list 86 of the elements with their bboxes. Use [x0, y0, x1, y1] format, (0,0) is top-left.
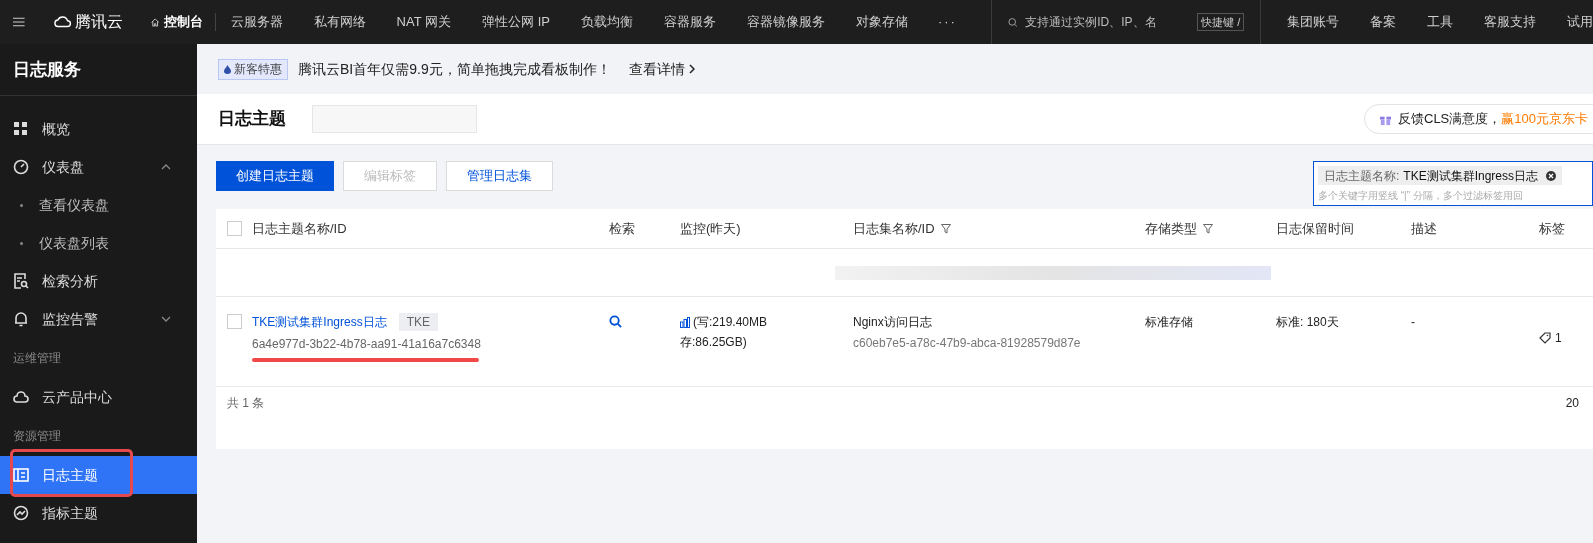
top-link[interactable]: 客服支持 — [1484, 12, 1536, 32]
total-count: 共 1 条 — [227, 395, 265, 412]
nav-link[interactable]: 负载均衡 — [580, 12, 633, 32]
sidebar-item[interactable]: 概览 — [0, 110, 197, 148]
more-link[interactable]: ··· — [937, 12, 957, 32]
sidebar-item[interactable]: 监控告警 — [0, 300, 197, 338]
sidebar-item[interactable]: 检索分析 — [0, 262, 197, 300]
sidebar-item[interactable]: 日志主题 — [0, 456, 197, 494]
retention: 标准: 180天 — [1276, 315, 1339, 329]
sidebar-item[interactable]: 云产品中心 — [0, 378, 197, 416]
sidebar-subitem[interactable]: 仪表盘列表 — [0, 224, 197, 262]
cloud-icon — [13, 389, 29, 405]
monitor-store: 存:86.25GB) — [680, 334, 748, 351]
column-header: 日志保留时间 — [1276, 219, 1354, 238]
section-label: 运维管理 — [13, 350, 61, 367]
home-icon — [150, 15, 159, 29]
top-link[interactable]: 集团账号 — [1287, 12, 1339, 32]
toolbar-button[interactable]: 管理日志集 — [446, 161, 553, 191]
topic-name-link[interactable]: TKE测试集群Ingress日志 — [252, 313, 387, 331]
section-label: 资源管理 — [13, 428, 61, 445]
filter-icon[interactable] — [940, 223, 951, 234]
bullet-icon — [20, 241, 23, 245]
filter-tag-value: TKE测试集群Ingress日志 — [1403, 167, 1539, 185]
document-search-icon — [13, 273, 29, 289]
column-header: 监控(昨天) — [680, 219, 741, 238]
top-link[interactable]: 试用 — [1567, 12, 1593, 32]
checkbox[interactable] — [227, 221, 242, 236]
menu-icon[interactable] — [13, 15, 25, 29]
topic-tag: TKE — [398, 313, 439, 331]
description: - — [1411, 315, 1415, 329]
monitor-write: (写:219.40MB — [693, 314, 768, 331]
drop-icon — [224, 64, 231, 74]
filter-field[interactable]: 日志主题名称: TKE测试集群Ingress日志 多个关键字用竖线 “|” 分隔，多个过滤标签用回 — [1313, 161, 1593, 206]
page-title: 日志主题 — [218, 108, 286, 131]
topic-id: 6a4e977d-3b22-4b78-aa91-41a16a7c6348 — [252, 336, 481, 353]
sidebar-subitem[interactable]: 查看仪表盘 — [0, 186, 197, 224]
filter-tag-key: 日志主题名称: — [1324, 166, 1400, 185]
column-header: 描述 — [1411, 219, 1437, 238]
promo-badge: 新客特惠 — [218, 58, 288, 80]
details-link[interactable]: 查看详情 — [628, 58, 695, 80]
nav-link[interactable]: 云服务器 — [230, 12, 283, 32]
checkbox[interactable] — [227, 314, 242, 329]
chart-icon — [13, 505, 29, 521]
chevron-up-icon — [161, 164, 171, 170]
bullet-icon — [20, 203, 23, 207]
chevron-down-icon — [161, 316, 171, 322]
nav-link[interactable]: 私有网络 — [313, 12, 366, 32]
document-icon — [13, 467, 29, 483]
tag-icon[interactable] — [1539, 331, 1551, 344]
bar-chart-icon[interactable] — [680, 317, 690, 328]
filter-placeholder: 多个关键字用竖线 “|” 分隔，多个过滤标签用回 — [1318, 189, 1524, 203]
sidebar-item[interactable]: 仪表盘 — [0, 148, 197, 186]
promo-text: 腾讯云BI首年仅需9.9元，简单拖拽完成看板制作！ — [298, 59, 611, 79]
nav-link[interactable]: 对象存储 — [855, 12, 908, 32]
nav-link[interactable]: 弹性公网 IP — [482, 12, 550, 32]
filter-icon[interactable] — [1203, 223, 1213, 234]
column-header: 存储类型 — [1145, 219, 1197, 238]
close-icon[interactable] — [1546, 170, 1557, 181]
nav-link[interactable]: 容器服务 — [663, 12, 716, 32]
grid-icon — [13, 121, 29, 137]
shortcut-hint: 快捷键 / — [1197, 13, 1245, 31]
top-link[interactable]: 工具 — [1427, 12, 1453, 32]
column-header: 日志主题名称/ID — [252, 219, 347, 238]
feedback-text: 反馈CLS满意度，赢100元京东卡 — [1398, 110, 1588, 129]
console-link[interactable]: 控制台 — [163, 12, 203, 32]
chevron-right-icon — [688, 64, 695, 74]
filter-tag[interactable]: 日志主题名称: TKE测试集群Ingress日志 — [1318, 166, 1563, 185]
logset-name: Nginx访问日志 — [853, 314, 932, 331]
gauge-icon — [13, 159, 29, 175]
sidebar-title: 日志服务 — [13, 58, 81, 81]
nav-link[interactable]: NAT 网关 — [396, 12, 451, 32]
sidebar-item[interactable]: 指标主题 — [0, 494, 197, 532]
page-size[interactable]: 20 — [1565, 394, 1579, 412]
toolbar-button[interactable]: 创建日志主题 — [216, 161, 334, 191]
nav-link[interactable]: 容器镜像服务 — [746, 12, 825, 32]
top-link[interactable]: 备案 — [1370, 12, 1396, 32]
tag-count: 1 — [1555, 329, 1562, 347]
column-header: 标签 — [1539, 219, 1565, 238]
column-header: 日志集名称/ID — [853, 219, 935, 238]
storage-type: 标准存储 — [1145, 315, 1193, 329]
brand-name[interactable]: 腾讯云 — [74, 10, 123, 34]
bell-icon — [13, 311, 29, 327]
search-icon[interactable] — [609, 315, 622, 328]
column-header: 检索 — [609, 219, 635, 238]
search-field[interactable]: 支持通过实例ID、IP、名 — [1025, 13, 1176, 31]
logset-id: c60eb7e5-a78c-47b9-abca-81928579d87e — [853, 335, 1081, 352]
